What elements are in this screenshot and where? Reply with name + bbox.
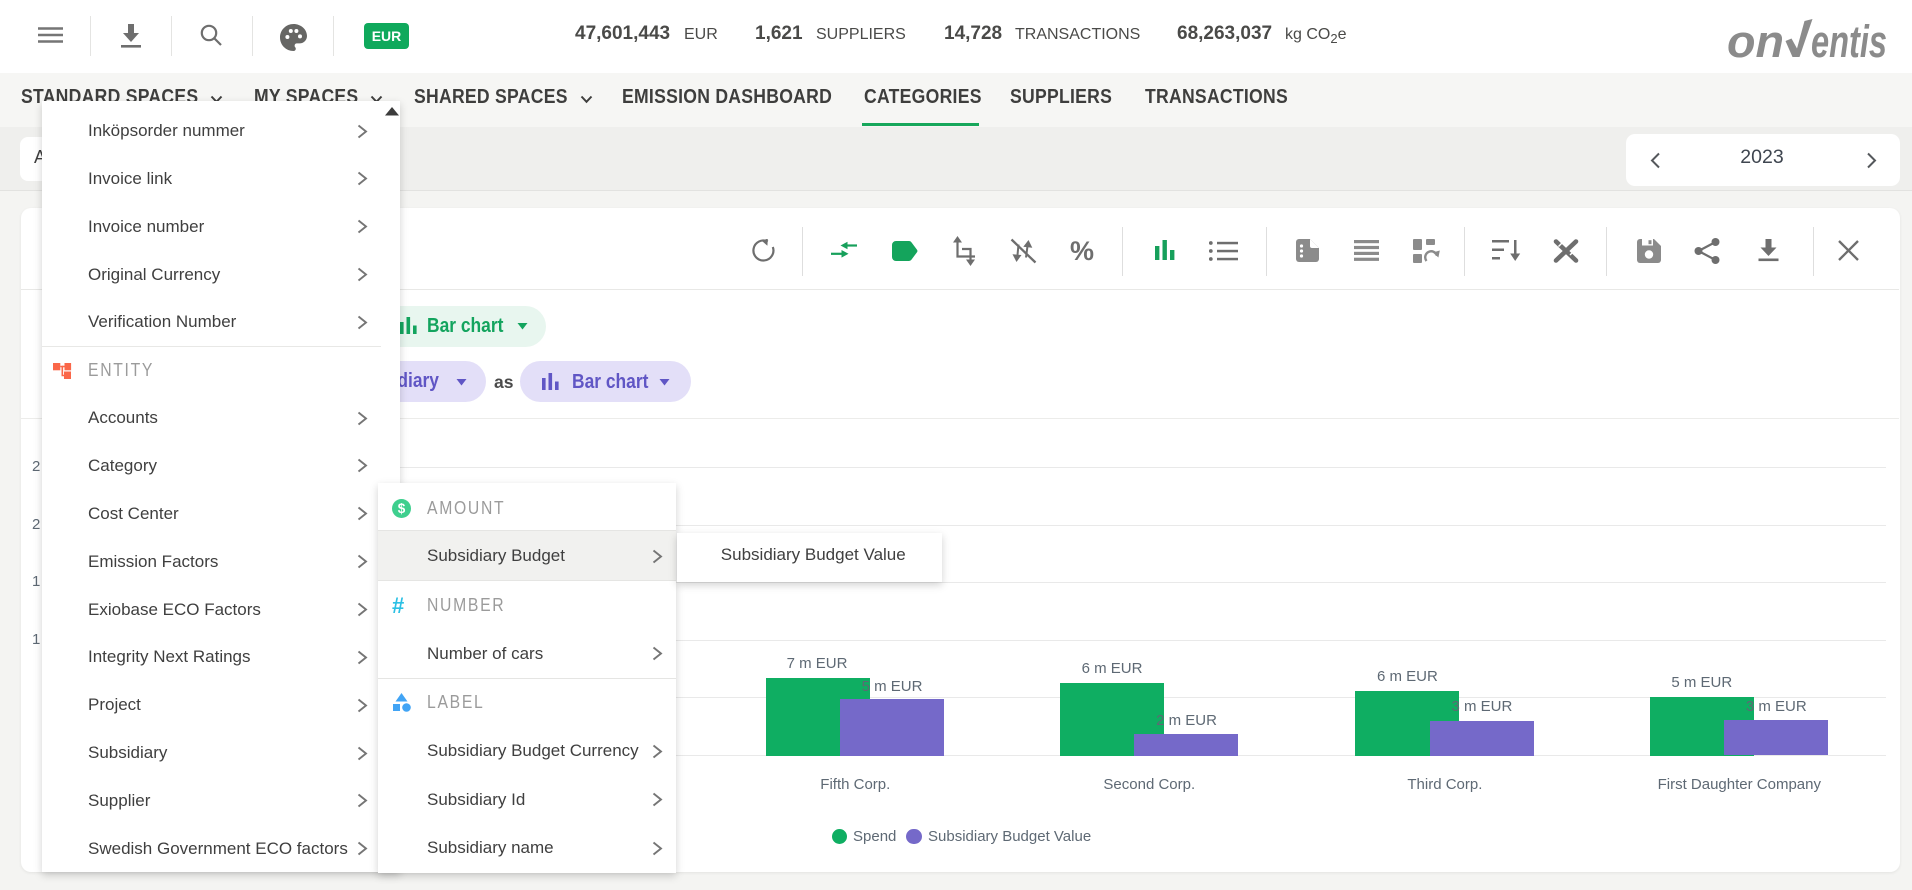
svg-text:on: on [1727, 16, 1784, 65]
svg-text:entis: entis [1811, 16, 1887, 65]
